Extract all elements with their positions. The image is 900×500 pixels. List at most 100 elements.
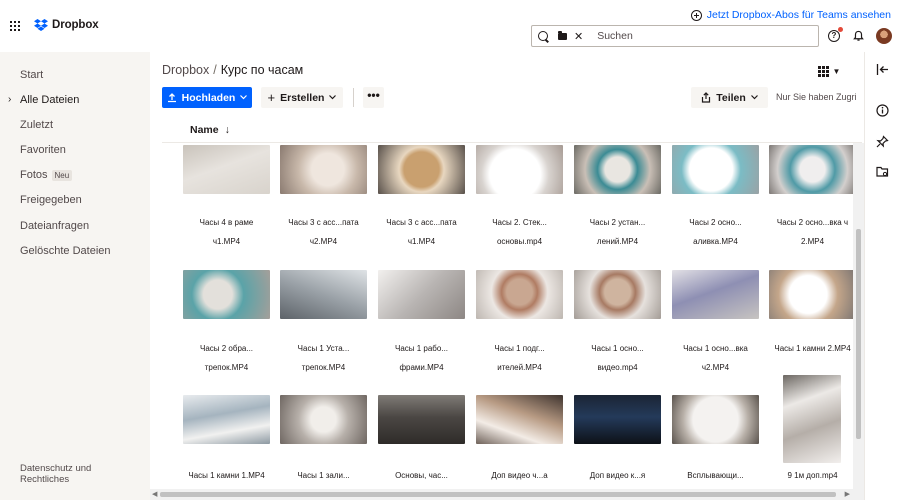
chevron-down-icon [329, 95, 337, 100]
folder-settings-icon[interactable] [876, 165, 889, 178]
file-tile[interactable]: Часы 2. Стек... основы.mp4 [476, 145, 563, 246]
file-tile[interactable]: Доп видео ч...а [476, 395, 563, 480]
file-tile[interactable]: Часы 1 рабо... фрами.MP4 [378, 270, 465, 372]
file-tile[interactable]: Часы 1 камни 2.MP4 [769, 270, 856, 353]
scrollbar-thumb[interactable] [160, 492, 836, 497]
app-grid-icon[interactable] [10, 21, 20, 31]
file-name-line2: лений.MP4 [596, 237, 639, 246]
search-bar[interactable]: ✕ [531, 25, 819, 47]
name-column-header[interactable]: Name ↓ [190, 124, 230, 136]
search-input[interactable] [597, 30, 798, 42]
file-tile[interactable]: Доп видео к...я [574, 395, 661, 480]
sidebar-item-recent[interactable]: Zuletzt [20, 119, 53, 131]
create-button[interactable]: + Erstellen [261, 87, 343, 108]
file-name-line2: видео.mp4 [597, 363, 638, 372]
file-thumbnail[interactable] [672, 145, 759, 194]
file-tile[interactable]: Часы 1 подг... ителей.MP4 [476, 270, 563, 372]
info-icon[interactable] [876, 104, 889, 117]
sort-arrow-icon: ↓ [224, 124, 230, 136]
file-tile[interactable]: Часы 1 осно... видео.mp4 [574, 270, 661, 372]
file-thumbnail[interactable] [574, 145, 661, 194]
folder-filter-icon [558, 30, 567, 40]
file-thumbnail[interactable] [378, 145, 465, 194]
privacy-legal-link[interactable]: Datenschutz und Rechtliches [20, 463, 120, 485]
share-button[interactable]: Teilen [691, 87, 768, 108]
file-thumbnail[interactable] [183, 270, 270, 319]
file-name-line1: Часы 1 рабо... [394, 344, 449, 353]
file-thumbnail[interactable] [378, 395, 465, 444]
file-thumbnail[interactable] [476, 145, 563, 194]
file-name-line1: Часы 3 с асс...пата [386, 218, 457, 227]
file-tile[interactable]: Часы 1 Уста... трепок.MP4 [280, 270, 367, 372]
upload-button[interactable]: Hochladen [162, 87, 252, 108]
file-tile[interactable]: Основы, час... [378, 395, 465, 480]
file-thumbnail[interactable] [378, 270, 465, 319]
view-toggle-button[interactable]: ▼ [818, 66, 840, 77]
collapse-panel-icon[interactable] [876, 63, 889, 76]
scrollbar-thumb[interactable] [856, 229, 861, 439]
bell-icon[interactable] [853, 30, 864, 42]
file-thumbnail[interactable] [476, 395, 563, 444]
file-thumbnail[interactable] [280, 270, 367, 319]
file-name-line1: Часы 1 осно...вка [683, 344, 748, 353]
vertical-scrollbar[interactable] [853, 143, 864, 489]
file-tile[interactable]: Часы 2 осно... аливка.MP4 [672, 145, 759, 246]
file-tile[interactable]: Часы 3 с асс...пата ч2.MP4 [280, 145, 367, 246]
file-name-line2: трепок.MP4 [301, 363, 346, 372]
upload-icon [167, 92, 176, 102]
main-content: Dropbox / Курс по часам ▼ Hochladen + Erst… [150, 52, 864, 500]
file-thumbnail[interactable] [783, 375, 841, 463]
top-bar: Dropbox Jetzt Dropbox-Abos für Teams ans… [0, 0, 900, 52]
file-tile[interactable]: Часы 2 осно...вка ч 2.MP4 [769, 145, 856, 246]
file-thumbnail[interactable] [672, 395, 759, 444]
avatar[interactable] [876, 28, 892, 44]
grid-view-icon [818, 66, 829, 77]
scroll-right-arrow[interactable]: ▶ [845, 490, 850, 498]
breadcrumb-root[interactable]: Dropbox [162, 63, 209, 77]
sidebar-item-label: Start [20, 69, 44, 81]
more-options-button[interactable]: ••• [363, 87, 384, 108]
file-thumbnail[interactable] [476, 270, 563, 319]
pin-icon[interactable] [876, 135, 889, 148]
sidebar-item-all-files[interactable]: › Alle Dateien [8, 94, 79, 106]
file-tile[interactable]: 9 1м доп.mp4 [769, 375, 856, 480]
file-thumbnail[interactable] [574, 395, 661, 444]
file-thumbnail[interactable] [183, 145, 270, 194]
dropbox-logo[interactable]: Dropbox [34, 19, 99, 31]
file-thumbnail[interactable] [769, 145, 856, 194]
sidebar-item-file-requests[interactable]: Dateianfragen [20, 220, 89, 232]
sidebar-item-photos[interactable]: Fotos Neu [20, 169, 73, 181]
sidebar-item-start[interactable]: Start [20, 69, 43, 81]
sidebar: Start › Alle Dateien Zuletzt Favoriten Fo… [0, 52, 150, 500]
sidebar-item-favorites[interactable]: Favoriten [20, 144, 66, 156]
sidebar-item-shared[interactable]: Freigegeben [20, 194, 82, 206]
column-label: Name [190, 124, 219, 136]
file-thumbnail[interactable] [280, 145, 367, 194]
chevron-down-icon [240, 95, 248, 100]
sidebar-item-deleted-files[interactable]: Gelöschte Dateien [20, 245, 111, 257]
file-tile[interactable]: Часы 2 устан... лений.MP4 [574, 145, 661, 246]
file-thumbnail[interactable] [183, 395, 270, 444]
search-icon [538, 31, 548, 41]
clear-filter-icon[interactable]: ✕ [574, 30, 583, 43]
file-thumbnail[interactable] [280, 395, 367, 444]
file-thumbnail[interactable] [769, 270, 856, 319]
file-thumbnail[interactable] [672, 270, 759, 319]
sidebar-item-label: Zuletzt [20, 119, 54, 131]
scroll-left-arrow[interactable]: ◀ [152, 490, 157, 498]
file-name-line2: основы.mp4 [496, 237, 543, 246]
file-tile[interactable]: Часы 1 камни 1.MP4 [183, 395, 270, 480]
horizontal-scrollbar[interactable]: ◀ ▶ [150, 489, 864, 500]
file-tile[interactable]: Всплывающи... [672, 395, 759, 480]
file-tile[interactable]: Часы 3 с асс...пата ч1.MP4 [378, 145, 465, 246]
file-tile[interactable]: Часы 2 обра... трепок.MP4 [183, 270, 270, 372]
file-thumbnail[interactable] [574, 270, 661, 319]
breadcrumb: Dropbox / Курс по часам [162, 63, 303, 77]
file-tile[interactable]: Часы 1 осно...вка ч2.MP4 [672, 270, 759, 372]
file-tile[interactable]: Часы 1 зали... [280, 395, 367, 480]
breadcrumb-separator: / [213, 63, 217, 77]
file-tile[interactable]: Часы 4 в раме ч1.MP4 [183, 145, 270, 246]
help-icon[interactable]: ? [828, 27, 843, 42]
teams-plans-link[interactable]: Jetzt Dropbox-Abos für Teams ansehen [690, 9, 891, 21]
file-grid: Часы 4 в раме ч1.MP4 Часы 3 с асс...пата ч2… [150, 143, 856, 489]
